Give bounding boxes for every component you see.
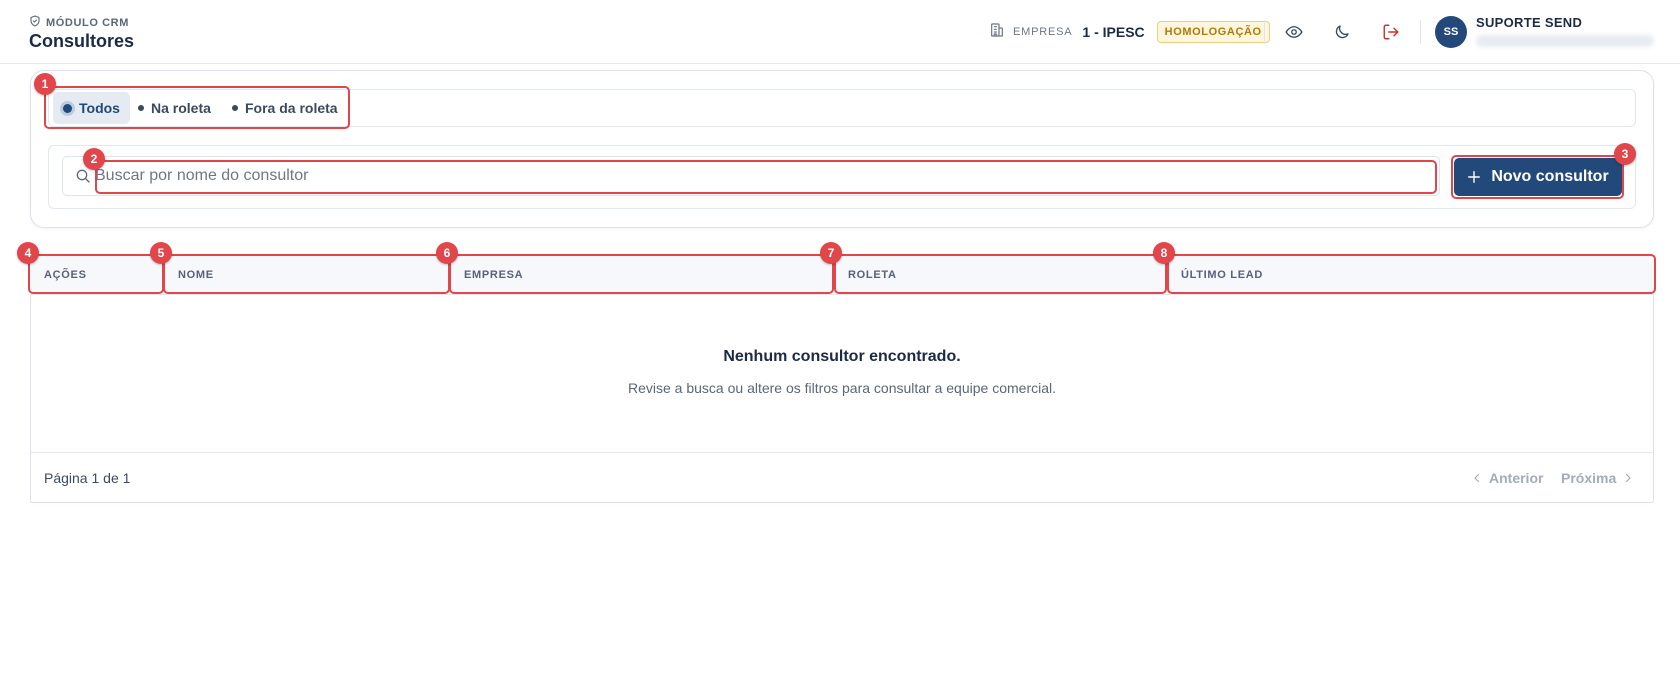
tab-label: Fora da roleta xyxy=(245,100,338,116)
visibility-toggle-button[interactable] xyxy=(1282,20,1306,44)
shield-icon xyxy=(29,14,41,32)
top-header xyxy=(0,0,1680,64)
user-email-blurred xyxy=(1476,35,1654,47)
empty-state-title: Nenhum consultor encontrado. xyxy=(723,348,961,365)
previous-page-button[interactable]: Anterior xyxy=(1471,468,1543,488)
avatar[interactable]: SS xyxy=(1435,16,1467,48)
next-page-label: Próxima xyxy=(1561,470,1617,486)
column-header-nome[interactable]: NOME xyxy=(178,255,214,295)
annotation-marker-4: 4 xyxy=(17,242,39,264)
company-selector[interactable]: EMPRESA 1 - IPESC HOMOLOGAÇÃO xyxy=(989,16,1270,48)
annotation-marker-7: 7 xyxy=(820,242,842,264)
company-label: EMPRESA xyxy=(1013,26,1073,38)
module-indicator: MÓDULO CRM xyxy=(29,14,129,32)
new-consultant-label: Novo consultor xyxy=(1491,168,1609,185)
header-divider xyxy=(1264,20,1265,44)
status-dot xyxy=(232,105,238,111)
new-consultant-button[interactable]: Novo consultor xyxy=(1454,158,1622,196)
annotation-marker-3: 3 xyxy=(1614,143,1636,165)
table-header xyxy=(30,255,1654,295)
logout-button[interactable] xyxy=(1379,20,1403,44)
environment-badge: HOMOLOGAÇÃO xyxy=(1156,21,1270,43)
annotation-marker-6: 6 xyxy=(436,242,458,264)
chevron-left-icon xyxy=(1471,472,1483,484)
chevron-right-icon xyxy=(1622,472,1634,484)
header-divider xyxy=(1420,20,1421,44)
annotation-marker-8: 8 xyxy=(1153,242,1175,264)
annotation-marker-2: 2 xyxy=(83,148,105,170)
tab-todos[interactable]: Todos xyxy=(53,92,130,124)
tab-na-roleta[interactable]: Na roleta xyxy=(128,92,221,124)
logout-icon xyxy=(1382,23,1400,41)
page-title: Consultores xyxy=(29,31,135,51)
building-icon xyxy=(989,22,1005,43)
tab-label: Todos xyxy=(79,100,120,116)
tab-label: Na roleta xyxy=(151,100,211,116)
annotation-marker-1: 1 xyxy=(34,73,56,95)
plus-icon xyxy=(1467,170,1481,184)
moon-icon xyxy=(1333,23,1351,41)
previous-page-label: Anterior xyxy=(1489,470,1544,486)
status-dot xyxy=(63,103,72,113)
search-input[interactable] xyxy=(95,161,1435,191)
column-header-ultimo-lead[interactable]: ÚLTIMO LEAD xyxy=(1181,255,1263,295)
pagination-info: Página 1 de 1 xyxy=(44,470,131,486)
tab-fora-da-roleta[interactable]: Fora da roleta xyxy=(222,92,348,124)
column-header-roleta[interactable]: ROLETA xyxy=(848,255,897,295)
annotation-marker-5: 5 xyxy=(150,242,172,264)
company-value: 1 - IPESC xyxy=(1082,24,1145,40)
table-footer-divider xyxy=(30,452,1654,453)
column-header-acoes[interactable]: AÇÕES xyxy=(44,255,87,295)
column-header-empresa[interactable]: EMPRESA xyxy=(464,255,523,295)
search-icon xyxy=(75,168,91,184)
eye-icon xyxy=(1285,23,1303,41)
module-label: MÓDULO CRM xyxy=(46,17,129,29)
next-page-button[interactable]: Próxima xyxy=(1561,468,1634,488)
user-name: SUPORTE SEND xyxy=(1476,15,1583,30)
status-dot xyxy=(138,105,144,111)
empty-state-subtitle: Revise a busca ou altere os filtros para… xyxy=(628,380,1056,396)
dark-mode-toggle-button[interactable] xyxy=(1330,20,1354,44)
